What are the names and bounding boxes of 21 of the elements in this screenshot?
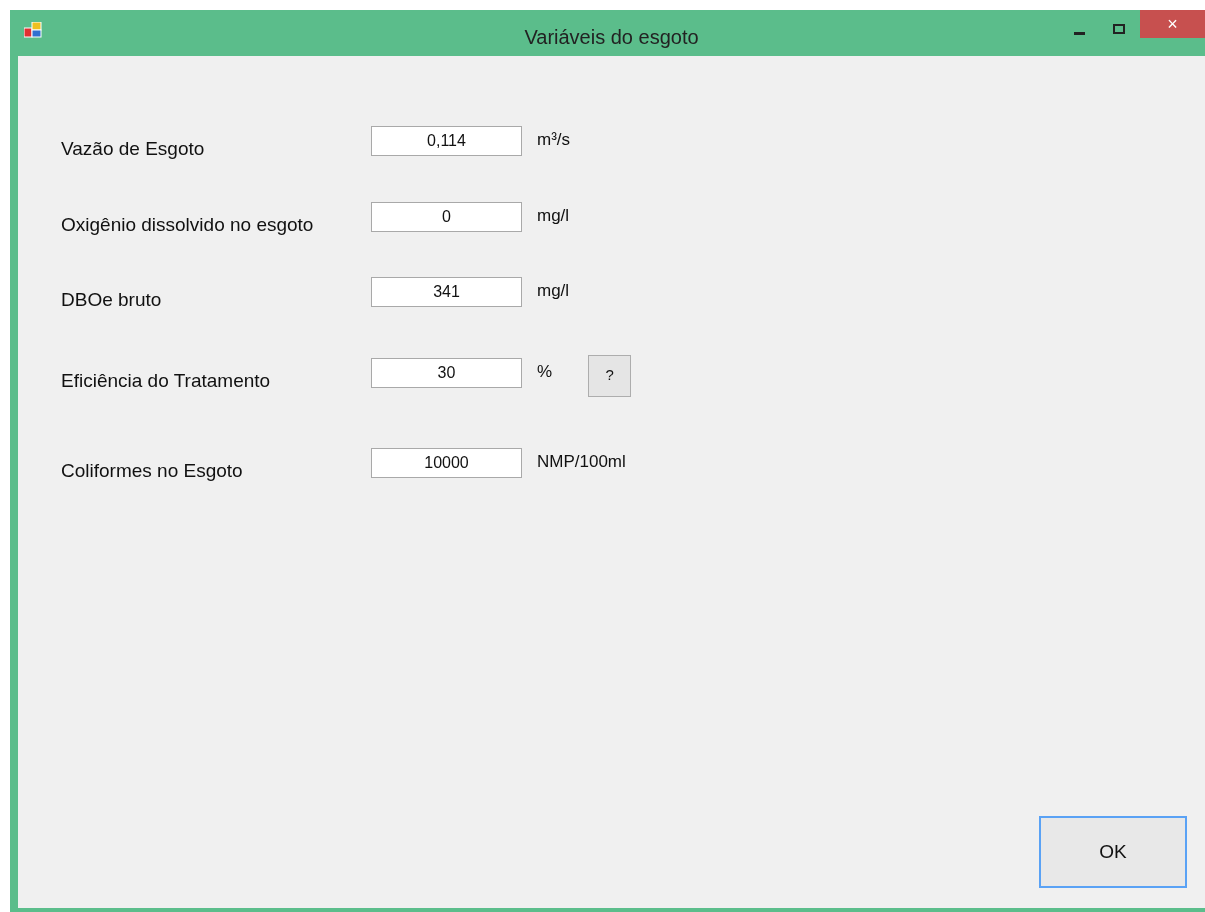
field-label: Oxigênio dissolvido no esgoto (61, 212, 315, 237)
unit-label: mg/l (537, 280, 570, 302)
input-field[interactable]: 0,114 (371, 126, 522, 156)
close-button[interactable]: × (1140, 10, 1205, 38)
input-field[interactable]: 0 (371, 201, 522, 232)
input-field[interactable]: 10000 (371, 447, 522, 478)
field-label: Eficiência do Tratamento (61, 368, 272, 393)
unit-label: mg/l (537, 204, 570, 227)
field-label: DBOe bruto (61, 288, 163, 312)
field-label: Vazão de Esgoto (61, 137, 206, 161)
ok-button[interactable]: OK (1039, 816, 1187, 888)
maximize-icon[interactable] (1113, 24, 1125, 34)
unit-label: % (537, 360, 553, 383)
window-title: Variáveis do esgoto (524, 25, 699, 50)
unit-label: NMP/100ml (537, 450, 626, 473)
input-field[interactable]: 341 (371, 277, 522, 307)
input-field[interactable]: 30 (371, 357, 522, 388)
app-icon (24, 22, 42, 38)
help-button[interactable]: ? (588, 354, 632, 397)
field-label: Coliformes no Esgoto (61, 458, 244, 483)
unit-label: m³/s (537, 129, 571, 151)
